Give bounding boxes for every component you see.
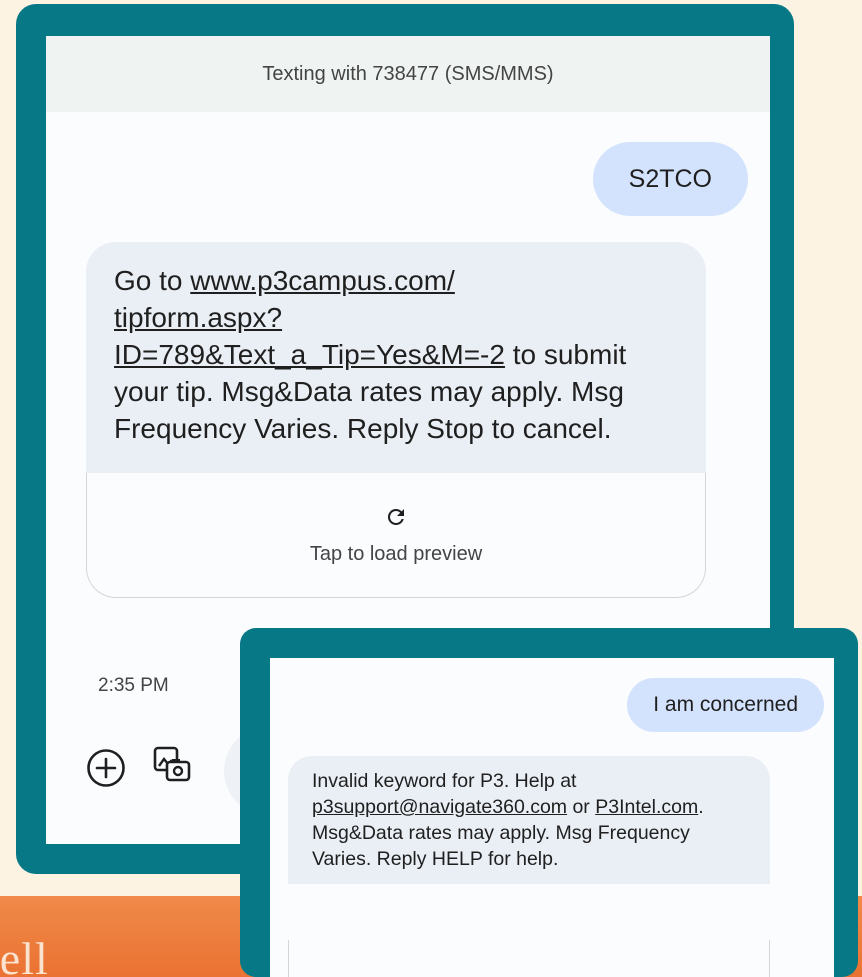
conversation-header: Texting with 738477 (SMS/MMS) — [46, 36, 770, 112]
inset-message-mid: or — [567, 796, 596, 818]
conversation-header-text: Texting with 738477 (SMS/MMS) — [262, 62, 554, 85]
inset-outgoing-bubble[interactable]: I am concerned — [627, 678, 824, 732]
brand-logo-text: tell — [0, 938, 49, 977]
inset-link-preview-card[interactable] — [288, 940, 770, 977]
brand-logo: tell — [0, 938, 120, 977]
message-text-prefix: Go to — [114, 265, 191, 296]
inset-messages-screen: I am concerned Invalid keyword for P3. H… — [270, 658, 834, 977]
incoming-message-text: Go to www.p3campus.com/tipform.aspx? ID=7… — [86, 242, 706, 473]
p3intel-link[interactable]: P3Intel.com — [595, 796, 698, 818]
plus-circle-icon[interactable] — [86, 748, 126, 788]
incoming-message-bubble[interactable]: Go to www.p3campus.com/tipform.aspx? ID=7… — [86, 242, 706, 598]
tap-to-load-preview-label: Tap to load preview — [309, 542, 483, 565]
link-preview-card[interactable]: Tap to load preview — [86, 473, 706, 598]
outgoing-message-text: S2TCO — [628, 164, 712, 193]
inset-outgoing-text: I am concerned — [653, 693, 798, 716]
inset-incoming-bubble[interactable]: Invalid keyword for P3. Help at p3suppor… — [288, 756, 770, 884]
support-email-link[interactable]: p3support@navigate360.com — [312, 796, 567, 818]
gallery-camera-icon[interactable] — [150, 744, 194, 788]
message-timestamp: 2:35 PM — [98, 675, 169, 696]
inset-message-prefix: Invalid keyword for P3. Help at — [312, 770, 577, 792]
reload-icon — [387, 508, 404, 525]
inset-screenshot-frame: I am concerned Invalid keyword for P3. H… — [240, 628, 858, 977]
outgoing-message-bubble[interactable]: S2TCO — [592, 142, 748, 216]
